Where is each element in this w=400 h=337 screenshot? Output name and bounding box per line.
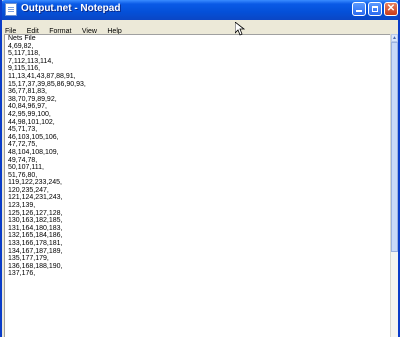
scroll-thumb[interactable]: [391, 42, 398, 252]
text-line: 132,165,184,186,: [8, 232, 63, 240]
text-line: 50,107,111,: [8, 164, 44, 172]
minimize-icon: [356, 10, 362, 12]
text-line: 135,177,179,: [8, 255, 49, 263]
text-line: 49,74,78,: [8, 156, 38, 164]
text-line: 44,98,101,102,: [8, 118, 55, 126]
text-line: 38,70,79,89,92,: [8, 95, 57, 103]
maximize-icon: [372, 6, 378, 12]
text-line: 46,103,105,106,: [8, 133, 59, 141]
text-line: 136,168,188,190,: [8, 262, 63, 270]
text-line: 125,126,127,128,: [8, 209, 63, 217]
text-line: 47,72,75,: [8, 141, 38, 149]
text-line: 15,17,37,39,85,86,90,93,: [8, 80, 86, 88]
mouse-pointer-icon: [235, 22, 245, 36]
text-line: 134,167,187,189,: [8, 247, 63, 255]
text-line: 4,69,82,: [8, 42, 34, 50]
text-line: 119,122,233,245,: [8, 179, 62, 187]
text-line: 131,164,180,183,: [8, 224, 63, 232]
text-line: 137,176,: [8, 270, 36, 278]
text-line: 130,163,182,185,: [8, 217, 63, 225]
close-icon: ✕: [386, 3, 396, 14]
menu-bar: File Edit Format View Help: [2, 20, 398, 35]
close-button[interactable]: ✕: [384, 2, 398, 16]
text-line: 36,77,81,83,: [8, 88, 47, 96]
text-line: 123,139,: [8, 202, 36, 210]
text-line: 11,13,41,43,87,88,91,: [8, 72, 76, 80]
text-line: 120,235,247,: [8, 186, 49, 194]
text-line: 5,117,118,: [8, 50, 41, 58]
text-line: 9,115,116,: [8, 65, 41, 73]
text-line: 48,104,108,109,: [8, 148, 59, 156]
text-line: 121,124,231,243,: [8, 194, 63, 202]
maximize-button[interactable]: [368, 2, 382, 16]
text-line: 40,84,96,97,: [8, 103, 47, 111]
scroll-up-arrow-icon[interactable]: ▲: [391, 34, 398, 42]
text-line: 51,76,80,: [8, 171, 38, 179]
text-line: 42,95,99,100,: [8, 110, 51, 118]
text-line: 133,166,178,181,: [8, 240, 63, 248]
vertical-scrollbar[interactable]: ▲: [390, 34, 398, 337]
title-bar[interactable]: Output.net - Notepad ✕: [2, 0, 398, 20]
document-text: Nets File 4,69,82, 5,117,118, 7,112,113,114…: [5, 35, 390, 278]
text-line: 7,112,113,114,: [8, 57, 54, 65]
text-line-header: Nets File: [8, 35, 36, 42]
text-editor-area[interactable]: Nets File 4,69,82, 5,117,118, 7,112,113,114…: [4, 34, 390, 337]
text-line: 45,71,73,: [8, 126, 38, 134]
notepad-app-icon[interactable]: [5, 3, 17, 16]
notepad-window: Output.net - Notepad ✕ File Edit Format …: [0, 0, 400, 337]
minimize-button[interactable]: [352, 2, 366, 16]
window-title: Output.net - Notepad: [21, 3, 121, 14]
